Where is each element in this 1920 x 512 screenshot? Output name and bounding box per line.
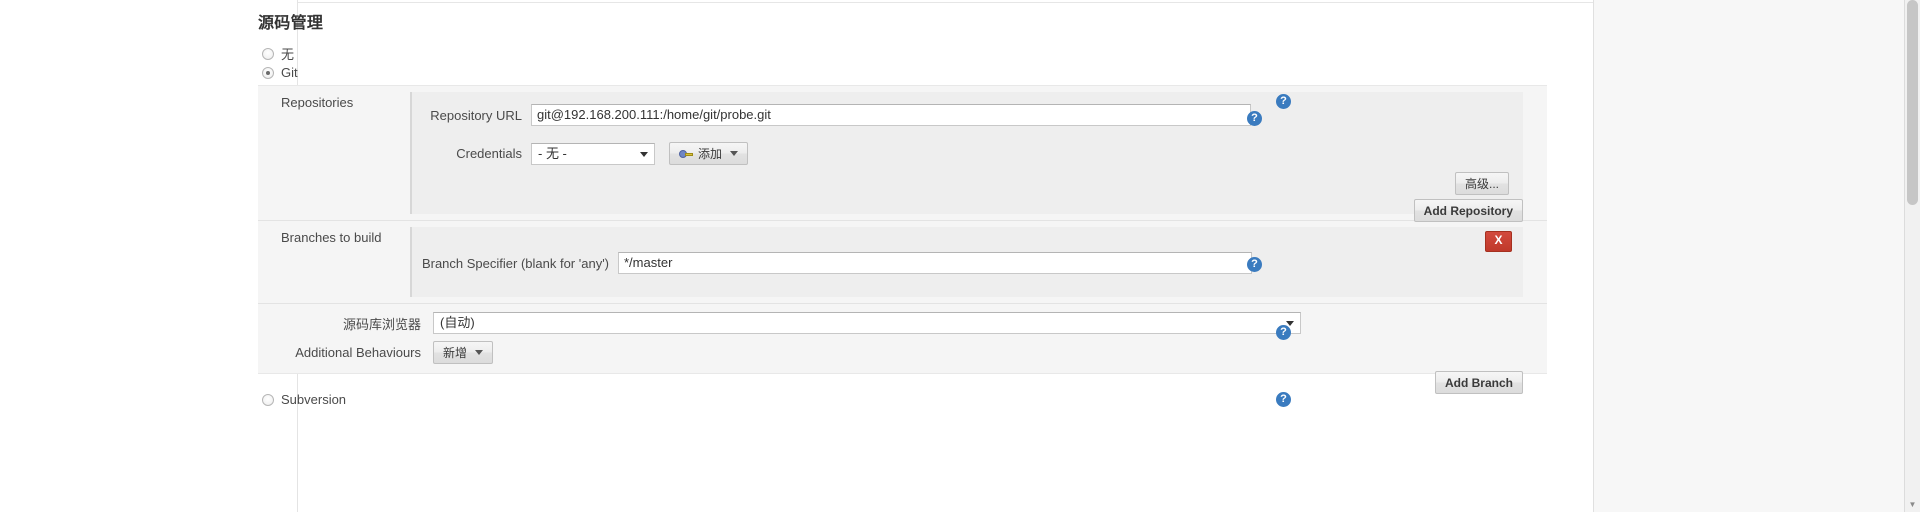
branches-to-build-label: Branches to build xyxy=(281,230,382,245)
chevron-down-icon xyxy=(640,151,648,157)
help-icon-repository-url[interactable]: ? xyxy=(1247,111,1262,126)
credentials-label: Credentials xyxy=(456,146,522,161)
add-credentials-button[interactable]: 添加 xyxy=(669,142,749,165)
credentials-select[interactable]: - 无 - xyxy=(531,142,655,165)
help-glyph: ? xyxy=(1280,326,1287,338)
radio-scm-subversion-icon[interactable] xyxy=(262,393,274,406)
add-behaviour-label: 新增 xyxy=(443,346,468,360)
radio-scm-none-icon[interactable] xyxy=(262,47,274,60)
additional-behaviours-label: Additional Behaviours xyxy=(295,345,421,360)
radio-scm-git-icon[interactable] xyxy=(262,66,274,79)
scm-git-label: Git xyxy=(281,65,298,80)
branch-specifier-label: Branch Specifier (blank for 'any') xyxy=(421,255,609,271)
add-repository-button[interactable]: Add Repository xyxy=(1413,199,1523,222)
chevron-down-icon xyxy=(730,151,739,156)
sidebar-item-scm-git[interactable]: Git xyxy=(262,65,298,80)
repository-url-row: Repository URL xyxy=(412,92,1523,132)
repository-panel: Repository URL Credentials - 无 - 添加 xyxy=(410,92,1523,214)
repositories-label: Repositories xyxy=(281,95,354,110)
help-glyph: ? xyxy=(1280,95,1287,107)
right-pane xyxy=(1593,0,1920,512)
add-branch-wrap: Add Branch xyxy=(1434,371,1523,394)
branch-panel: X Branch Specifier (blank for 'any') xyxy=(410,227,1523,297)
repository-browser-selected-value: (自动) xyxy=(440,315,475,330)
key-icon xyxy=(679,149,693,159)
scrollbar-thumb[interactable] xyxy=(1907,0,1918,205)
advanced-button[interactable]: 高级... xyxy=(1454,172,1509,195)
credentials-row: Credentials - 无 - 添加 xyxy=(412,132,1523,171)
scm-subversion-label: Subversion xyxy=(281,392,347,407)
add-branch-button[interactable]: Add Branch xyxy=(1434,371,1523,394)
page-title: 源码管理 xyxy=(258,15,324,32)
help-icon-repository-browser[interactable]: ? xyxy=(1276,325,1291,340)
repositories-row: Repositories Repository URL Credentials … xyxy=(258,86,1547,220)
branches-row: Branches to build X Branch Specifier (bl… xyxy=(258,221,1547,303)
vertical-scrollbar[interactable]: ▲ ▼ xyxy=(1904,0,1920,512)
sidebar-item-scm-none[interactable]: 无 xyxy=(262,44,294,63)
delete-branch-button[interactable]: X xyxy=(1485,231,1512,252)
add-repository-wrap: Add Repository xyxy=(1413,199,1523,222)
scroll-down-arrow-icon[interactable]: ▼ xyxy=(1905,498,1920,512)
chevron-down-icon xyxy=(475,350,484,355)
add-repository-label: Add Repository xyxy=(1423,203,1513,218)
help-glyph: ? xyxy=(1251,258,1258,270)
branch-specifier-row: Branch Specifier (blank for 'any') xyxy=(412,227,1523,280)
add-behaviour-button[interactable]: 新增 xyxy=(433,341,494,364)
job-config-page: 源码管理 无 Git Repositories Repository URL C… xyxy=(0,0,1920,512)
help-glyph: ? xyxy=(1280,393,1287,405)
help-glyph: ? xyxy=(1251,112,1258,124)
credentials-selected-value: - 无 - xyxy=(538,145,567,161)
help-icon-subversion[interactable]: ? xyxy=(1276,392,1291,407)
add-branch-label: Add Branch xyxy=(1444,375,1513,390)
advanced-button-label: 高级... xyxy=(1464,177,1499,191)
scm-none-label: 无 xyxy=(281,47,295,62)
help-icon-repositories[interactable]: ? xyxy=(1276,94,1291,109)
top-divider xyxy=(298,2,1593,3)
repository-url-input[interactable] xyxy=(531,104,1251,126)
repository-browser-row: 源码库浏览器 (自动) xyxy=(258,304,1547,340)
repository-url-label: Repository URL xyxy=(430,107,522,123)
repository-browser-label: 源码库浏览器 xyxy=(342,316,421,332)
additional-behaviours-row: Additional Behaviours 新增 xyxy=(258,340,1547,373)
left-gutter xyxy=(0,0,297,512)
git-config-block: Repositories Repository URL Credentials … xyxy=(258,85,1547,394)
repository-browser-select[interactable]: (自动) xyxy=(433,312,1301,334)
branch-specifier-input[interactable] xyxy=(618,252,1252,274)
help-icon-branch-specifier[interactable]: ? xyxy=(1247,257,1262,272)
delete-branch-label: X xyxy=(1494,233,1503,247)
add-credentials-label: 添加 xyxy=(698,147,723,161)
advanced-button-wrap: 高级... xyxy=(1454,172,1509,195)
sidebar-item-scm-subversion[interactable]: Subversion xyxy=(262,392,346,407)
